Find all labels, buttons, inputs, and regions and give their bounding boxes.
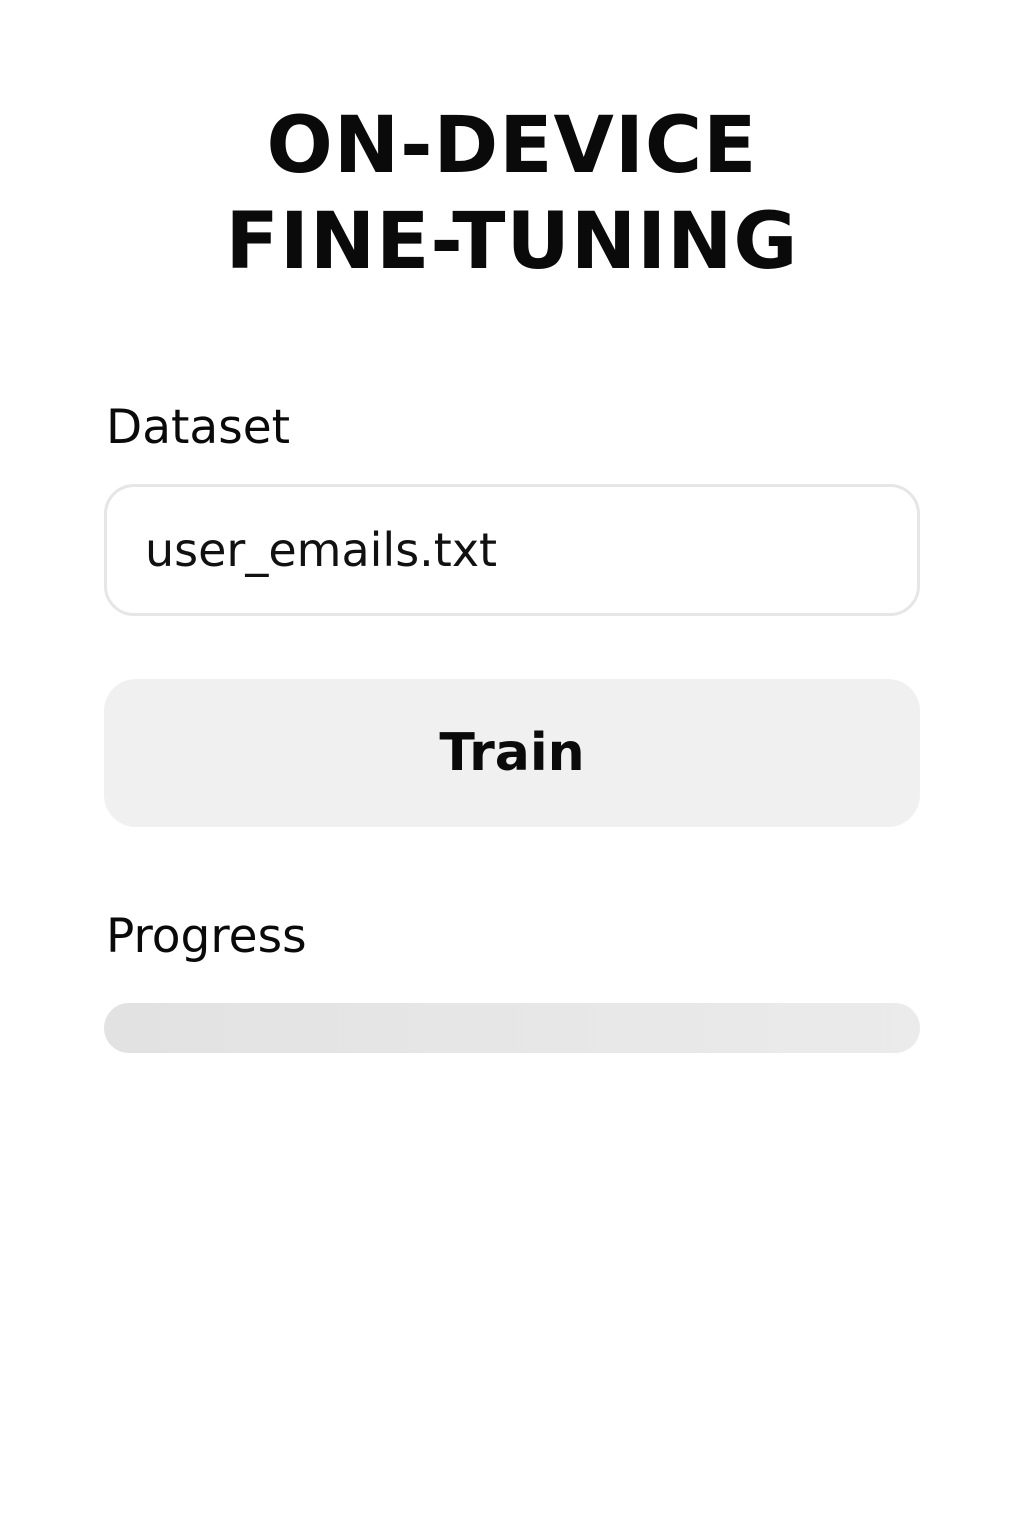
dataset-label: Dataset (106, 400, 291, 455)
progress-label: Progress (106, 909, 307, 964)
page-title: ON-DEVICE FINE-TUNING (0, 98, 1024, 290)
page-title-line-2: FINE-TUNING (225, 197, 799, 287)
page-title-line-1: ON-DEVICE (266, 101, 758, 191)
progress-bar (104, 1003, 920, 1053)
dataset-input[interactable] (104, 484, 920, 616)
train-button[interactable]: Train (104, 679, 920, 827)
